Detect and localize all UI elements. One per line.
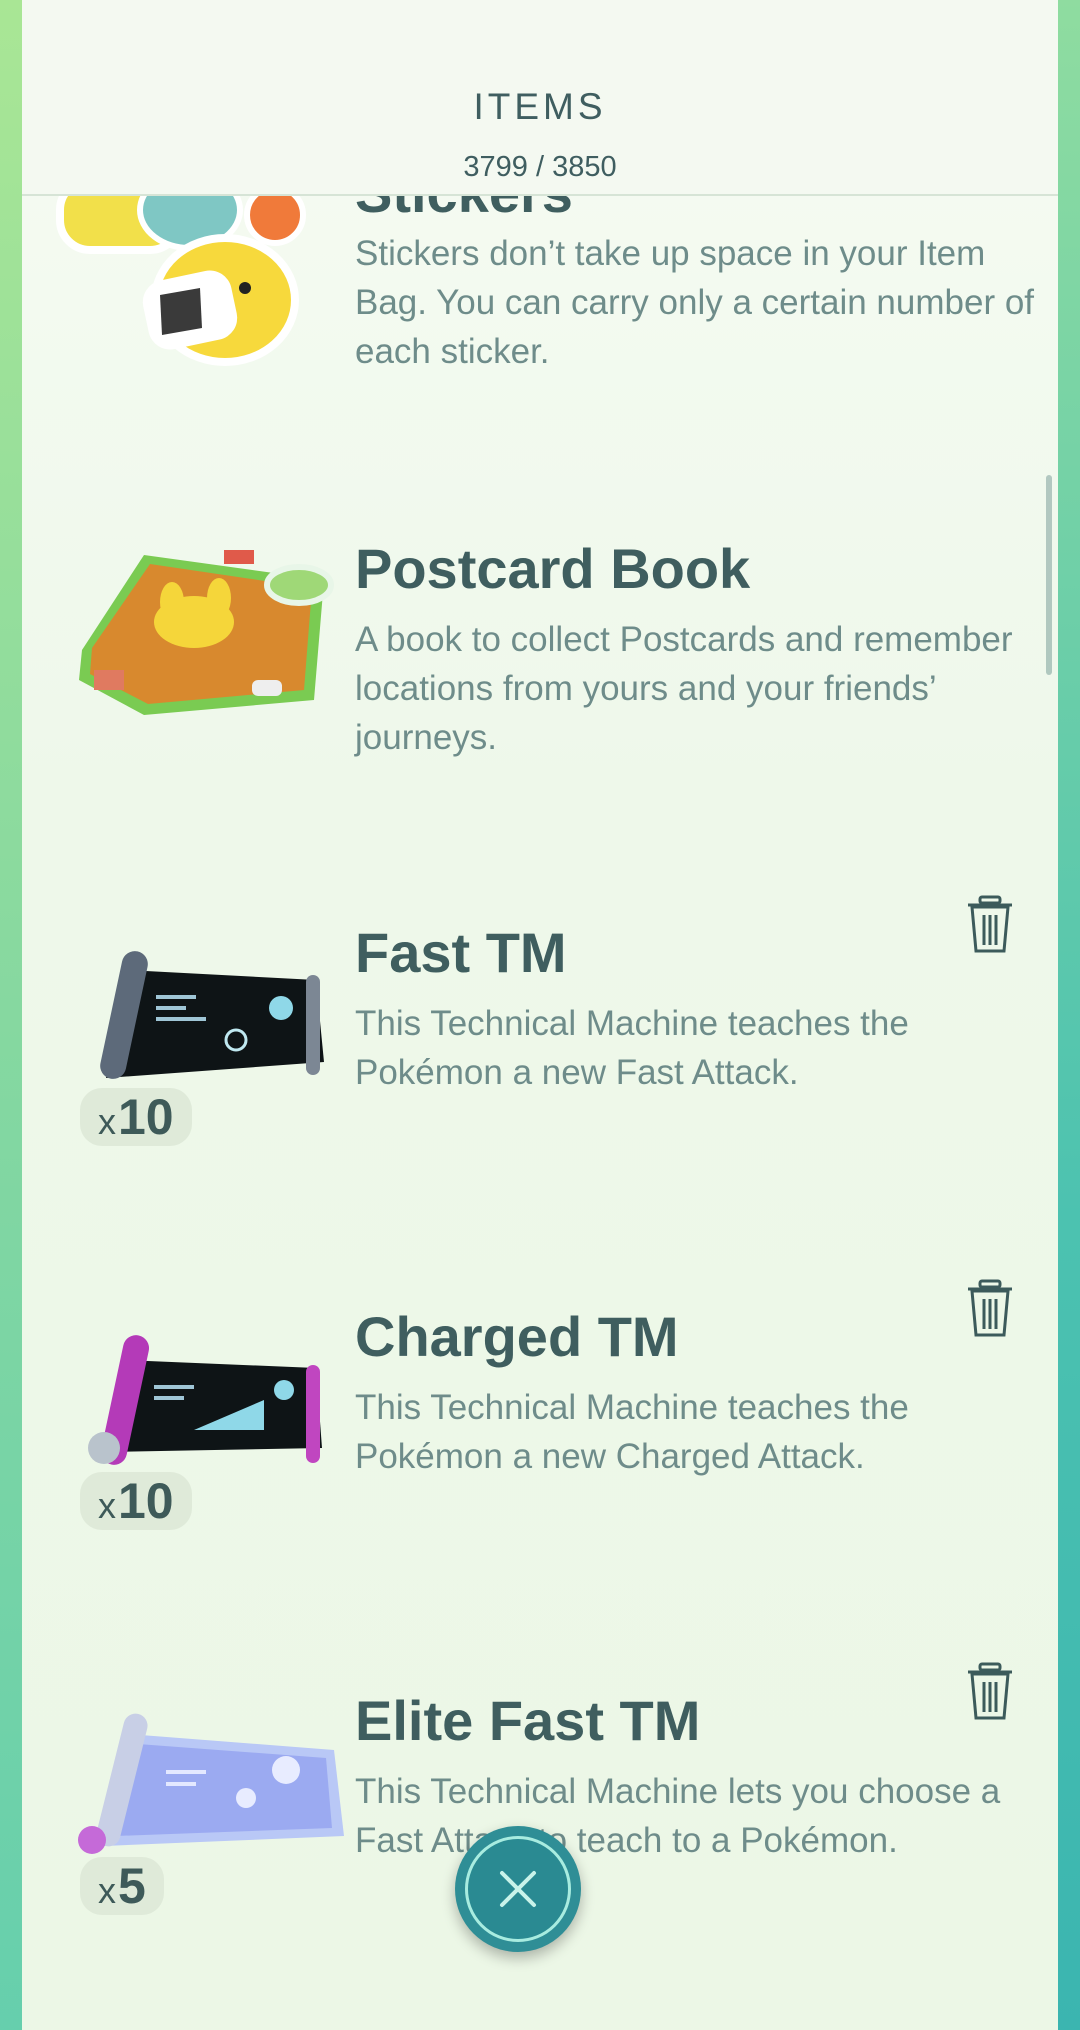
- quantity-value: 10: [118, 1473, 174, 1529]
- quantity-badge: x5: [80, 1857, 164, 1915]
- quantity-value: 10: [118, 1089, 174, 1145]
- background-right-edge: [1058, 0, 1080, 2030]
- item-description: This Technical Machine teaches the Pokém…: [355, 1388, 909, 1476]
- quantity-badge: x10: [80, 1088, 192, 1146]
- trash-icon[interactable]: [966, 1279, 1014, 1337]
- item-description: Stickers don’t take up space in your Ite…: [355, 234, 1035, 371]
- elite-fast-tm-image: [76, 1710, 352, 1858]
- item-name: Postcard Book: [355, 537, 751, 600]
- trash-icon[interactable]: [966, 895, 1014, 953]
- items-list[interactable]: Stickers don’t take up space in your Ite…: [22, 0, 1058, 2030]
- item-name: Charged TM: [355, 1305, 679, 1368]
- item-count: 3799 / 3850: [463, 151, 617, 183]
- page-title: ITEMS: [473, 86, 607, 127]
- quantity-value: 5: [118, 1858, 146, 1914]
- item-description: A book to collect Postcards and remember…: [355, 620, 1013, 757]
- quantity-prefix: x: [98, 1485, 116, 1526]
- item-description: This Technical Machine lets you choose a…: [355, 1772, 1001, 1860]
- charged-tm-image: [84, 1330, 342, 1470]
- quantity-prefix: x: [98, 1101, 116, 1142]
- stickers-image: [50, 170, 325, 370]
- fast-tm-image: [86, 950, 340, 1080]
- items-header: ITEMS 3799 / 3850: [22, 0, 1058, 196]
- quantity-badge: x10: [80, 1472, 192, 1530]
- item-name: Elite Fast TM: [355, 1689, 701, 1752]
- trash-icon[interactable]: [966, 1662, 1014, 1720]
- item-description: This Technical Machine teaches the Pokém…: [355, 1004, 909, 1092]
- quantity-prefix: x: [98, 1870, 116, 1911]
- item-name: Fast TM: [355, 921, 567, 984]
- close-icon: [500, 1871, 536, 1907]
- items-panel[interactable]: Stickers don’t take up space in your Ite…: [22, 0, 1058, 2030]
- close-button[interactable]: [455, 1826, 581, 1952]
- background-left-edge: [0, 0, 22, 2030]
- postcard-book-image: [74, 540, 344, 720]
